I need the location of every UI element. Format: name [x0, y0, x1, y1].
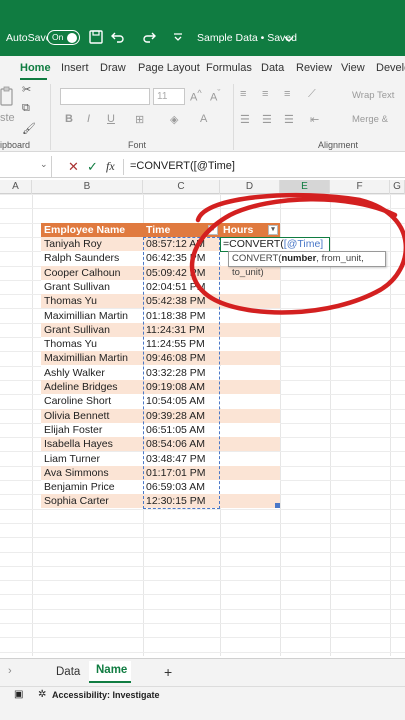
accessibility-status[interactable]: Accessibility: Investigate — [52, 690, 160, 700]
annotation-circle — [189, 192, 405, 315]
sheet-tab-data[interactable]: Data — [56, 666, 80, 678]
sheet-tab-name[interactable]: Name — [96, 664, 127, 676]
status-bar: ▣ ✲ Accessibility: Investigate — [0, 686, 405, 720]
chevron-right-icon[interactable]: › — [8, 665, 12, 677]
accessibility-icon[interactable]: ✲ — [38, 689, 46, 700]
cell-mode-icon: ▣ — [14, 689, 24, 700]
add-sheet-button[interactable]: + — [164, 664, 172, 680]
